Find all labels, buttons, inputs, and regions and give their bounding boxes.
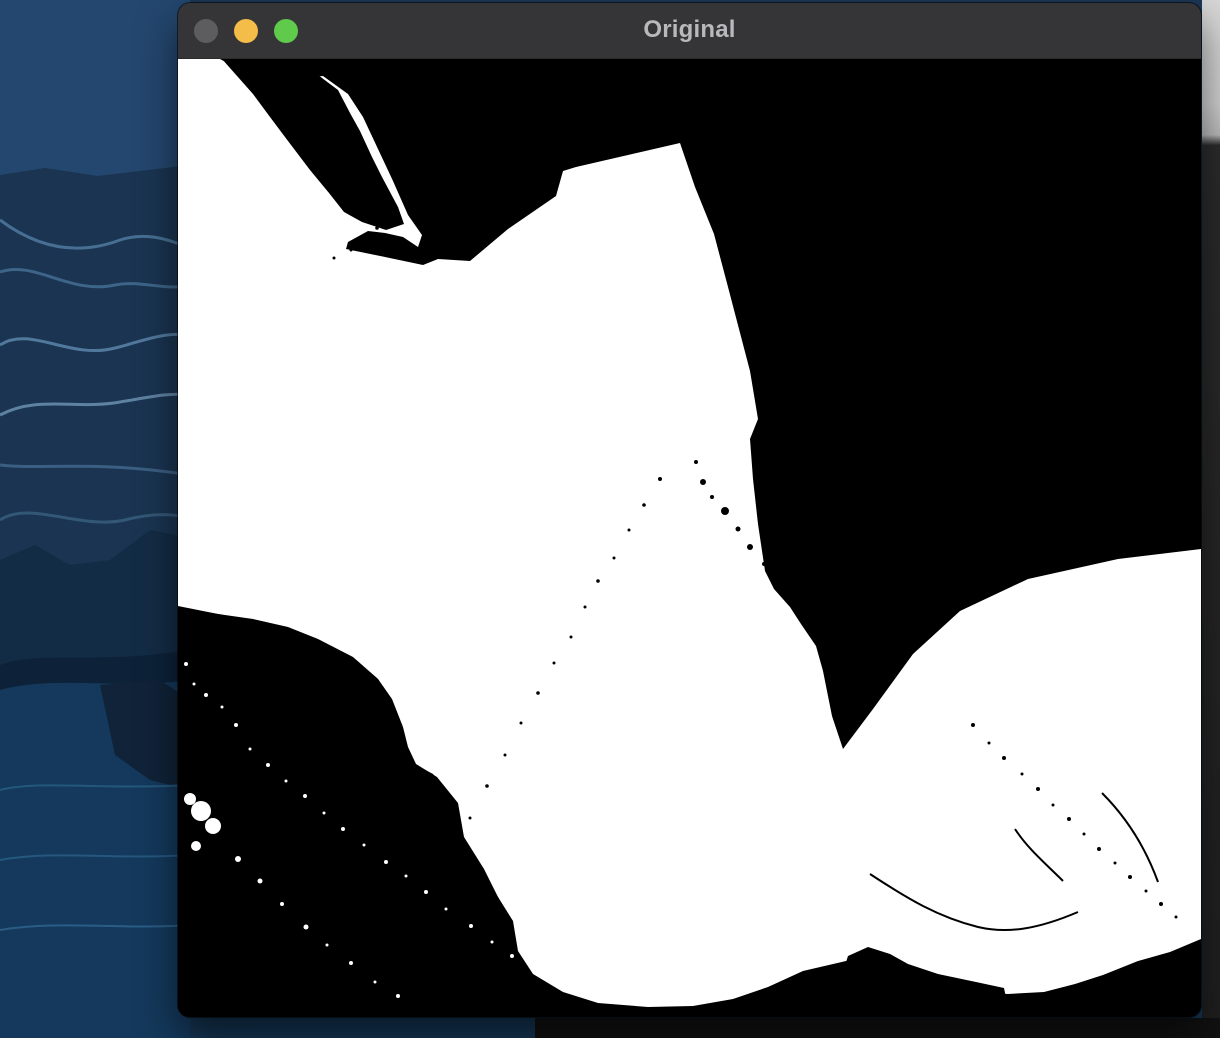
binary-mask-image bbox=[178, 59, 1201, 1017]
bottom-window-edge bbox=[535, 1018, 1220, 1038]
window-titlebar[interactable]: Original bbox=[178, 3, 1201, 59]
binary-image-canvas bbox=[178, 59, 1201, 1017]
image-window: Original bbox=[178, 3, 1201, 1017]
window-title: Original bbox=[643, 16, 736, 43]
adjacent-window-edge bbox=[1202, 0, 1220, 1038]
